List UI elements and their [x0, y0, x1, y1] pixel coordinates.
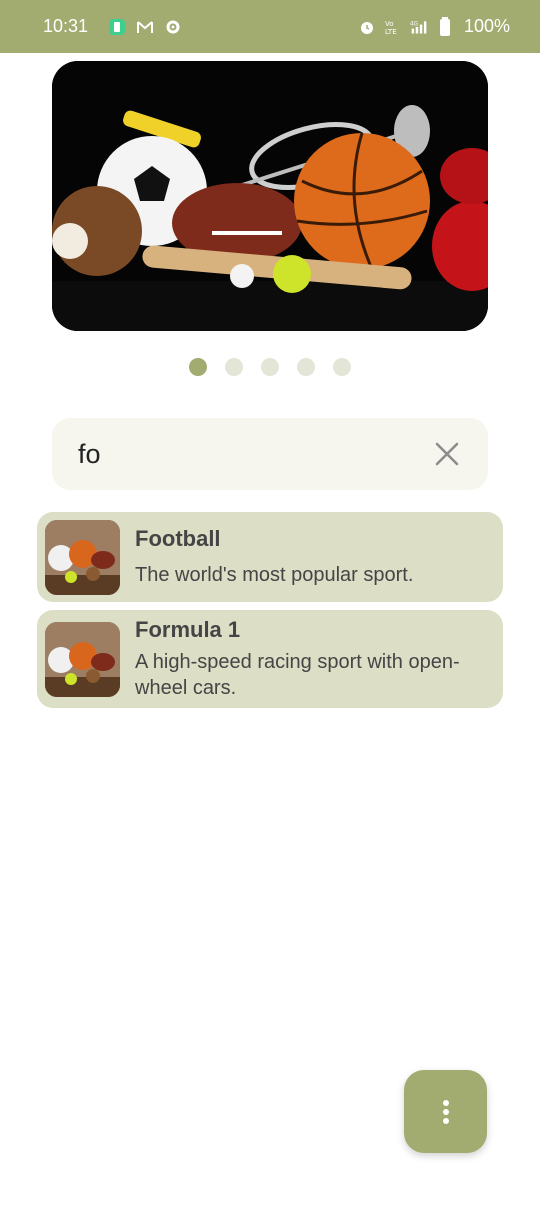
alarm-icon — [358, 18, 376, 36]
list-item-description: A high-speed racing sport with open-whee… — [135, 651, 460, 699]
svg-text:LTE: LTE — [385, 28, 397, 36]
settings-icon — [164, 18, 182, 36]
list-item-title: Formula 1 — [135, 617, 241, 642]
gmail-icon — [136, 18, 154, 36]
carousel-dot-3[interactable] — [261, 358, 279, 376]
status-bar: 10:31 Vo LTE 4G 100% — [0, 0, 540, 53]
list-item-description: The world's most popular sport. — [135, 564, 414, 586]
carousel-dot-4[interactable] — [297, 358, 315, 376]
volte-icon: Vo LTE — [384, 18, 402, 36]
search-results-list: Football The world's most popular sport.… — [37, 512, 503, 716]
svg-text:Vo: Vo — [385, 20, 394, 28]
list-item-football[interactable]: Football The world's most popular sport. — [37, 512, 503, 602]
list-item-formula-1[interactable]: Formula 1 A high-speed racing sport with… — [37, 610, 503, 708]
status-time: 10:31 — [43, 16, 89, 36]
more-vert-icon — [442, 1099, 449, 1124]
sport-thumbnail-image — [45, 621, 120, 697]
notification-app-icon — [108, 18, 126, 36]
status-right-icons: Vo LTE 4G 100% — [358, 16, 510, 37]
battery-percentage: 100% — [463, 16, 510, 36]
close-icon[interactable] — [432, 439, 462, 469]
sports-carousel-image[interactable] — [52, 61, 488, 331]
signal-4g-icon: 4G — [410, 18, 428, 36]
carousel-dot-5[interactable] — [333, 358, 351, 376]
status-left-icons — [108, 18, 182, 36]
battery-icon — [436, 16, 454, 36]
sports-equipment-image — [52, 61, 488, 331]
sport-thumbnail-image — [45, 519, 120, 595]
search-bar — [52, 418, 488, 490]
search-input[interactable] — [78, 438, 432, 470]
carousel-dot-2[interactable] — [225, 358, 243, 376]
more-options-button[interactable] — [404, 1070, 487, 1153]
svg-text:4G: 4G — [410, 21, 418, 27]
carousel-dot-1[interactable] — [189, 358, 207, 376]
list-item-title: Football — [135, 526, 221, 551]
carousel-page-indicator — [0, 358, 540, 376]
